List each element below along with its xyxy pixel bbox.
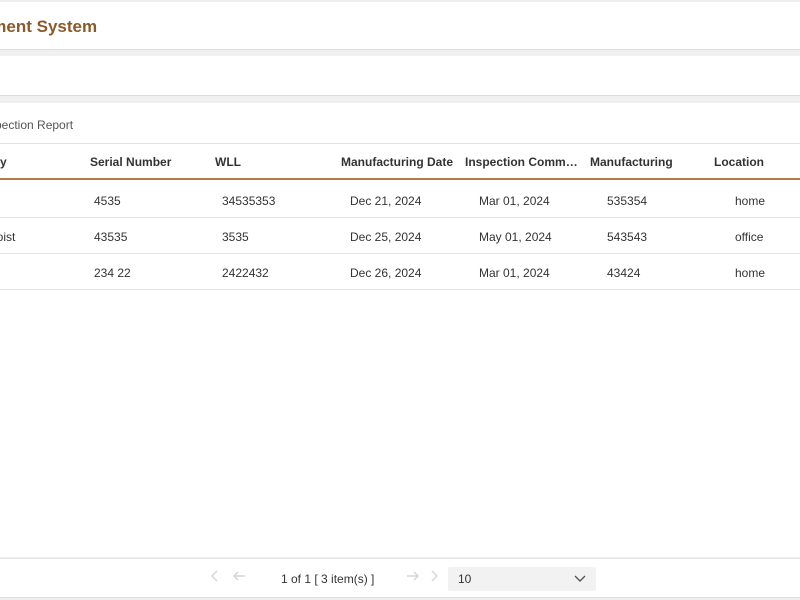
column-header-inspection-commencement[interactable]: Inspection Commenc...	[465, 155, 583, 169]
cell-manufacturing-date: Dec 26, 2024	[350, 266, 422, 280]
cell-inspection-date: May 01, 2024	[479, 230, 552, 244]
app-header: agement System	[0, 2, 800, 50]
chevron-left-icon[interactable]	[210, 570, 219, 585]
column-header-manufacturing-date[interactable]: Manufacturing Date	[341, 155, 456, 169]
page-size-select[interactable]: 10	[448, 567, 596, 591]
column-header-manufacturing[interactable]: Manufacturing	[590, 155, 700, 169]
cell-category: p	[0, 266, 78, 280]
cell-manufacturing: 43424	[607, 266, 641, 280]
cell-category-text: Hoist	[0, 230, 16, 244]
pager-info: 1 of 1 [ 3 item(s) ]	[281, 572, 375, 586]
app-title: agement System	[0, 17, 97, 37]
cell-manufacturing: 535354	[607, 194, 648, 208]
chevron-down-icon	[574, 575, 586, 582]
cell-location: office	[735, 230, 764, 244]
column-header-location[interactable]: Location	[714, 155, 794, 169]
cell-category: Hoist	[0, 230, 78, 244]
cell-wll: 2422432	[222, 266, 269, 280]
page-size-value: 10	[458, 572, 472, 586]
arrow-left-icon[interactable]	[232, 570, 246, 585]
cell-serial-number: 234 22	[94, 266, 131, 280]
arrow-right-icon[interactable]	[406, 570, 420, 585]
panel-title: spection Report	[0, 118, 73, 132]
table-row[interactable]: p 4535 34535353 Dec 21, 2024 Mar 01, 202…	[0, 182, 800, 218]
chevron-right-icon[interactable]	[430, 570, 439, 585]
column-header-category-label: ory	[0, 155, 7, 169]
inspection-report-panel: spection Report ory Serial Number WLL Ma…	[0, 103, 800, 557]
cell-wll: 34535353	[222, 194, 276, 208]
column-header-category[interactable]: ory	[0, 155, 78, 169]
pager: 1 of 1 [ 3 item(s) ] 10	[0, 558, 800, 598]
app-title-text: agement System	[0, 17, 98, 36]
cell-location: home	[735, 266, 766, 280]
cell-category: p	[0, 194, 78, 208]
column-header-wll[interactable]: WLL	[215, 155, 315, 169]
cell-inspection-date: Mar 01, 2024	[479, 266, 550, 280]
cell-location: home	[735, 194, 766, 208]
cell-inspection-date: Mar 01, 2024	[479, 194, 550, 208]
column-header-serial-number[interactable]: Serial Number	[90, 155, 200, 169]
table-header: ory Serial Number WLL Manufacturing Date…	[0, 144, 800, 180]
cell-serial-number: 4535	[94, 194, 121, 208]
cell-manufacturing-date: Dec 25, 2024	[350, 230, 422, 244]
cell-wll: 3535	[222, 230, 249, 244]
panel-title-text: spection Report	[0, 118, 74, 132]
table-row[interactable]: p 234 22 2422432 Dec 26, 2024 Mar 01, 20…	[0, 254, 800, 290]
toolbar	[0, 56, 800, 96]
table-row[interactable]: Hoist 43535 3535 Dec 25, 2024 May 01, 20…	[0, 218, 800, 254]
cell-serial-number: 43535	[94, 230, 128, 244]
cell-manufacturing-date: Dec 21, 2024	[350, 194, 422, 208]
cell-manufacturing: 543543	[607, 230, 648, 244]
